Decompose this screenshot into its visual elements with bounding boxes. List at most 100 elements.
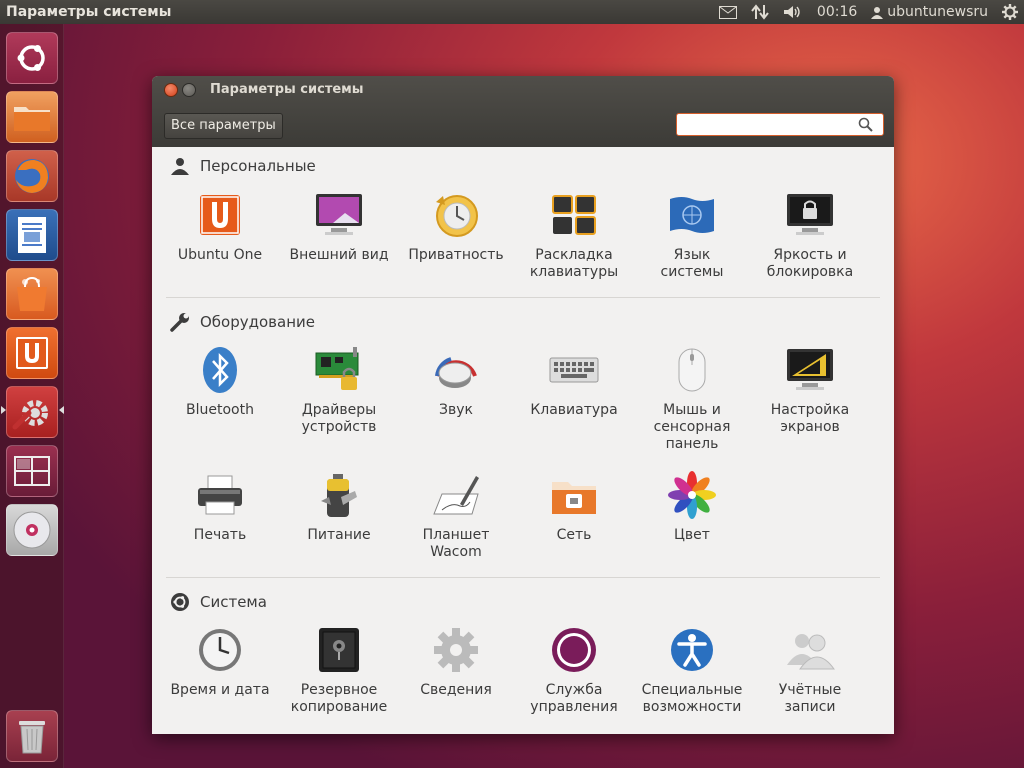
clock-icon (199, 629, 241, 671)
item-label: Звук (439, 402, 473, 418)
mouse-icon (678, 348, 706, 392)
network-icon[interactable] (751, 4, 769, 20)
settings-gear-wrench-icon (12, 400, 48, 430)
item-bluetooth[interactable]: Bluetooth (161, 344, 279, 419)
item-keyboard[interactable]: Клавиатура (515, 344, 633, 419)
section-personal-header: Персональные (170, 157, 316, 175)
item-keyboard-layout[interactable]: Раскладка клавиатуры (515, 189, 633, 281)
clock[interactable]: 00:16 (817, 4, 857, 20)
item-printing[interactable]: Печать (161, 469, 279, 544)
item-label: Сеть (556, 527, 592, 543)
item-label: Планшет Wacom (422, 527, 490, 560)
item-sound[interactable]: Звук (397, 344, 515, 419)
ubuntu-one-icon (200, 195, 240, 235)
all-settings-button[interactable]: Все параметры (164, 113, 283, 139)
item-user-accounts[interactable]: Учётные записи (751, 624, 869, 716)
display-settings-icon (787, 349, 833, 390)
language-flag-icon (670, 197, 714, 233)
color-flower-icon (668, 471, 716, 519)
item-appearance[interactable]: Внешний вид (280, 189, 398, 264)
ubuntu-one-icon (16, 337, 48, 369)
person-icon (171, 158, 189, 175)
trash-icon (19, 721, 45, 754)
top-panel: Параметры системы 00:16 ubuntunewsru (0, 0, 1024, 24)
item-power[interactable]: Питание (280, 469, 398, 544)
item-mouse-touchpad[interactable]: Мышь и сенсорная панель (633, 344, 751, 453)
section-divider (166, 577, 880, 578)
launcher (0, 24, 64, 768)
item-label: Учётные записи (778, 682, 842, 715)
bluetooth-icon (203, 347, 237, 393)
item-label: Клавиатура (530, 402, 618, 418)
volume-icon[interactable] (783, 5, 803, 19)
privacy-clock-icon (436, 195, 478, 237)
item-network[interactable]: Сеть (515, 469, 633, 544)
brightness-lock-icon (787, 194, 833, 235)
search-icon (858, 117, 873, 132)
item-backup[interactable]: Резервное копирование (280, 624, 398, 716)
section-divider (166, 297, 880, 298)
printer-icon (198, 475, 242, 515)
minimize-window-button[interactable] (182, 83, 196, 97)
shopping-bag-icon (17, 276, 47, 311)
item-privacy[interactable]: Приватность (397, 189, 515, 264)
launcher-dvd-button[interactable] (6, 504, 58, 556)
item-language[interactable]: Язык системы (633, 189, 751, 281)
item-label: Раскладка клавиатуры (529, 247, 619, 280)
item-color[interactable]: Цвет (633, 469, 751, 544)
user-menu[interactable]: ubuntunewsru (871, 4, 988, 20)
volume-knob-icon (435, 357, 477, 388)
item-label: Внешний вид (289, 247, 389, 263)
launcher-writer-button[interactable] (6, 209, 58, 261)
item-label: Сведения (420, 682, 492, 698)
item-label: Яркость и блокировка (766, 247, 854, 280)
item-label: Bluetooth (186, 402, 254, 418)
network-folder-icon (552, 482, 596, 514)
item-time-date[interactable]: Время и дата (161, 624, 279, 699)
disc-icon (13, 511, 51, 549)
monitor-appearance-icon (316, 194, 362, 235)
section-title: Система (200, 593, 267, 611)
mail-icon[interactable] (718, 5, 737, 19)
item-drivers[interactable]: Драйверы устройств (280, 344, 398, 436)
item-brightness-lock[interactable]: Яркость и блокировка (751, 189, 869, 281)
user-icon (871, 6, 884, 19)
window-titlebar[interactable]: Параметры системы Все параметры (152, 76, 894, 147)
session-gear-icon[interactable] (1002, 4, 1018, 20)
item-displays[interactable]: Настройка экранов (751, 344, 869, 436)
item-label: Резервное копирование (290, 682, 388, 715)
item-label: Мышь и сенсорная панель (653, 402, 731, 452)
app-menu-title[interactable]: Параметры системы (6, 4, 171, 20)
launcher-software-center-button[interactable] (6, 268, 58, 320)
item-label: Настройка экранов (770, 402, 850, 435)
section-hardware-header: Оборудование (170, 312, 315, 332)
item-accessibility[interactable]: Специальные возможности (633, 624, 751, 716)
section-title: Оборудование (200, 313, 315, 331)
item-label: Специальные возможности (641, 682, 743, 715)
section-system-header: Система (170, 592, 267, 612)
dash-home-button[interactable] (6, 32, 58, 84)
system-settings-window: Параметры системы Все параметры Персонал… (152, 76, 894, 734)
launcher-firefox-button[interactable] (6, 150, 58, 202)
workspaces-icon (14, 456, 50, 486)
keyboard-icon (549, 357, 599, 383)
launcher-workspace-switcher-button[interactable] (6, 445, 58, 497)
item-management-service[interactable]: Служба управления (515, 624, 633, 716)
landscape-ring-icon (552, 628, 596, 672)
users-icon (787, 634, 835, 670)
folder-icon (14, 107, 50, 131)
settings-content: Персональные Ubuntu One Внешний вид Прив… (152, 147, 894, 734)
item-wacom-tablet[interactable]: Планшет Wacom (397, 469, 515, 561)
launcher-files-button[interactable] (6, 91, 58, 143)
item-label: Печать (193, 527, 247, 543)
item-details[interactable]: Сведения (397, 624, 515, 699)
item-label: Ubuntu One (177, 247, 263, 263)
launcher-system-settings-button[interactable] (6, 386, 58, 438)
launcher-ubuntu-one-button[interactable] (6, 327, 58, 379)
search-input[interactable] (676, 113, 884, 136)
item-label: Служба управления (530, 682, 618, 715)
item-ubuntu-one[interactable]: Ubuntu One (161, 189, 279, 264)
close-window-button[interactable] (164, 83, 178, 97)
tablet-pen-icon (433, 476, 479, 515)
launcher-trash-button[interactable] (6, 710, 58, 762)
